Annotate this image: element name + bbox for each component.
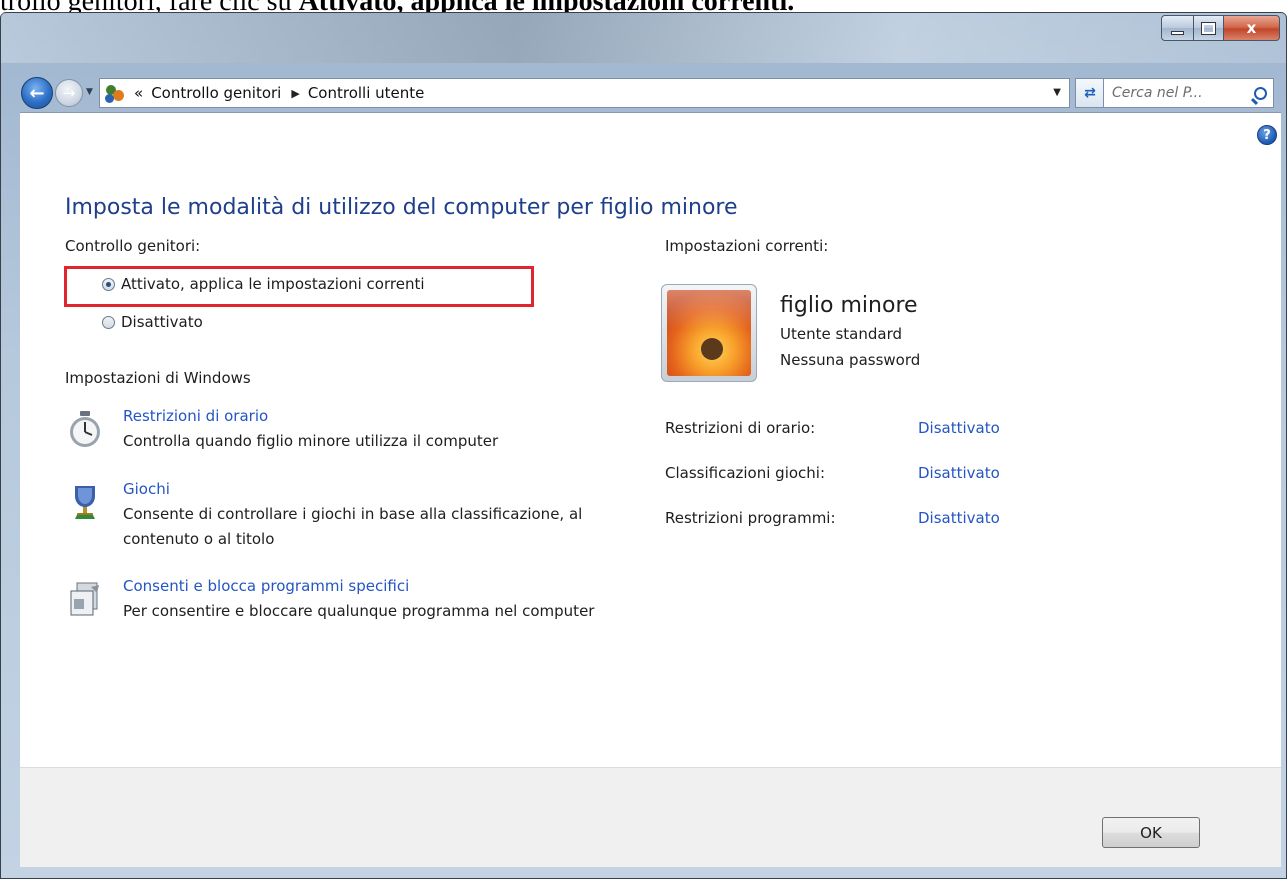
program-icon [70,582,99,616]
status-value-time[interactable]: Disattivato [918,419,1000,437]
breadcrumb-separator-icon[interactable]: ▶ [291,87,299,100]
content-pane: ? Imposta le modalità di utilizzo del co… [20,112,1281,767]
recent-pages-dropdown[interactable]: ▼ [86,87,93,97]
minimize-icon [1171,30,1184,35]
radio-attivato-label[interactable]: Attivato, applica le impostazioni corren… [121,275,425,293]
setting-games: Giochi Consente di controllare i giochi … [65,480,625,550]
windows-settings-label: Impostazioni di Windows [65,369,251,387]
radio-disattivato[interactable]: Disattivato [102,313,203,331]
password-status: Nessuna password [780,351,921,369]
account-type: Utente standard [780,325,903,343]
maximize-icon [1201,21,1216,35]
ok-button[interactable]: OK [1102,817,1200,848]
status-label-time: Restrizioni di orario: [665,419,816,437]
setting-time-restrictions: Restrizioni di orario Controlla quando f… [65,407,625,457]
radio-button-unchecked[interactable] [102,315,115,329]
close-icon: x [1246,19,1257,37]
search-input[interactable]: Cerca nel P... [1103,78,1274,108]
stopwatch-icon [70,411,100,447]
help-icon[interactable]: ? [1257,125,1277,145]
title-bar [1,13,1286,63]
window-caption-buttons: x [1161,15,1280,41]
forward-button[interactable]: → [55,79,83,107]
time-restrictions-link[interactable]: Restrizioni di orario [123,407,268,425]
parental-controls-icon [104,82,126,104]
status-label-games: Classificazioni giochi: [665,464,826,482]
navigation-bar: ← → ▼ « Controllo genitori ▶ Controlli u… [21,77,1280,109]
address-dropdown-icon[interactable]: ▼ [1053,87,1061,98]
games-description: Consente di controllare i giochi in base… [123,505,583,548]
breadcrumb-overflow[interactable]: « [134,84,143,102]
setting-programs: Consenti e blocca programmi specifici Pe… [65,577,625,647]
status-label-programs: Restrizioni programmi: [665,509,836,527]
user-name: figlio minore [780,293,918,318]
close-button[interactable]: x [1224,15,1280,41]
maximize-button[interactable] [1194,15,1224,41]
flower-picture-icon [667,290,751,376]
current-settings-label: Impostazioni correnti: [665,237,829,255]
user-avatar [661,284,757,382]
radio-disattivato-label[interactable]: Disattivato [121,313,203,331]
back-button[interactable]: ← [21,77,53,109]
time-restrictions-description: Controlla quando figlio minore utilizza … [123,432,499,450]
radio-button-checked[interactable] [102,277,115,291]
forward-arrow-icon: → [62,84,76,102]
refresh-button[interactable]: ⇄ [1075,78,1105,108]
page-title: Imposta le modalità di utilizzo del comp… [65,195,738,220]
status-value-programs[interactable]: Disattivato [918,509,1000,527]
status-value-games[interactable]: Disattivato [918,464,1000,482]
breadcrumb-controllo-genitori[interactable]: Controllo genitori [151,84,281,102]
programs-description: Per consentire e bloccare qualunque prog… [123,602,595,620]
footer-bar: OK [20,767,1281,867]
search-placeholder: Cerca nel P... [1112,85,1203,101]
programs-link[interactable]: Consenti e blocca programmi specifici [123,577,409,595]
refresh-icon: ⇄ [1084,85,1096,101]
search-icon[interactable] [1254,86,1267,100]
parental-control-label: Controllo genitori: [65,237,201,255]
back-arrow-icon: ← [29,82,45,104]
minimize-button[interactable] [1161,15,1194,41]
radio-attivato[interactable]: Attivato, applica le impostazioni corren… [102,275,425,293]
trophy-icon [75,486,95,519]
address-bar[interactable]: « Controllo genitori ▶ Controlli utente … [99,78,1070,108]
breadcrumb-controlli-utente[interactable]: Controlli utente [308,84,425,102]
games-link[interactable]: Giochi [123,480,170,498]
